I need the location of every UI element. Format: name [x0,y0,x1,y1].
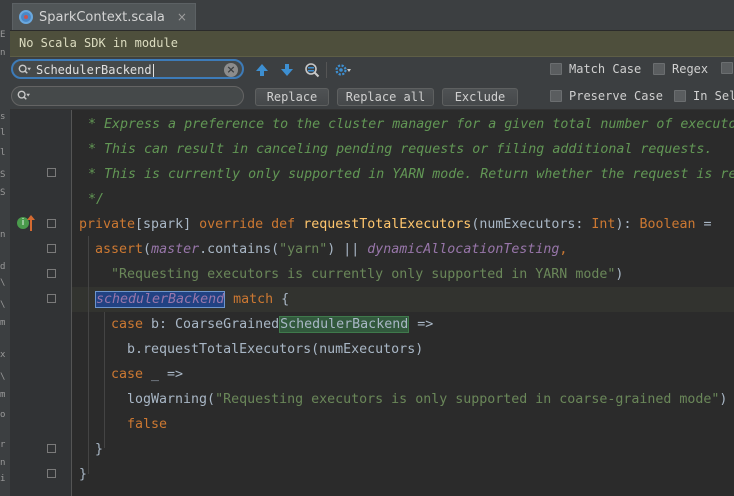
search-input[interactable]: SchedulerBackend × [11,59,244,79]
clipped-tree-glyph: n [0,230,6,240]
code-line: * This is currently only supported in YA… [80,167,734,182]
clipped-tree-glyph: S [0,188,6,198]
fold-marker[interactable] [47,269,56,278]
fold-marker[interactable] [47,244,56,253]
scala-file-icon [19,10,33,24]
clipped-tree-glyph: \ [0,300,6,310]
filter-settings-icon[interactable] [334,61,352,79]
clipped-tree-glyph: x [0,350,6,360]
clipped-tree-glyph: l [0,148,6,158]
code-line: * This can result in canceling pending r… [80,142,713,157]
code-line: case b: CoarseGrainedSchedulerBackend => [111,316,434,333]
editor-gutter [10,110,72,496]
code-line: } [79,467,88,482]
clipped-tree-glyph: r [0,440,6,450]
in-selection-checkbox[interactable]: In Sel [674,89,734,103]
find-all-occurrences-icon[interactable] [303,61,321,79]
replace-history-icon[interactable] [17,90,30,103]
words-checkbox[interactable] [721,62,734,74]
clipped-tree-glyph: S [0,170,6,180]
code-line: b.requestTotalExecutors(numExecutors) [127,342,424,357]
search-match-selected: schedulerBackend [95,291,226,308]
clipped-tree-glyph: d [0,262,6,272]
code-line: logWarning("Requesting executors is only… [127,392,728,407]
tab-sparkcontext[interactable]: SparkContext.scala × [12,3,196,30]
clipped-tree-glyph: s [0,112,6,122]
fold-marker[interactable] [47,469,56,478]
exclude-button[interactable]: Exclude [442,88,518,106]
fold-marker[interactable] [47,219,56,228]
next-occurrence-icon[interactable] [278,61,296,79]
clear-search-icon[interactable]: × [224,63,238,77]
tab-title: SparkContext.scala [39,9,165,25]
close-tab-icon[interactable]: × [177,10,187,24]
replace-input[interactable] [11,86,244,106]
search-value: SchedulerBackend [36,63,154,77]
clipped-tree-glyph: n [0,458,6,468]
editor-tab-bar: SparkContext.scala × [10,0,734,31]
code-line: false [127,417,168,432]
clipped-tree-glyph: i [0,474,6,484]
code-line: "Requesting executors is currently only … [111,267,624,282]
code-line: private[spark] override def requestTotal… [79,217,712,232]
sdk-warning-banner: No Scala SDK in module [10,31,734,57]
fold-marker[interactable] [47,294,56,303]
code-line: schedulerBackend match { [95,291,290,308]
indent-guide [104,312,105,448]
code-line: case _ => [111,367,184,382]
search-history-icon[interactable] [18,64,31,77]
code-line: */ [80,192,105,207]
clipped-tree-glyph: m [0,318,6,328]
code-line: } [95,442,104,457]
banner-text: No Scala SDK in module [19,36,178,50]
search-match: SchedulerBackend [279,316,410,333]
clipped-tree-glyph: \ [0,372,6,382]
fold-marker[interactable] [47,444,56,453]
code-line: assert(master.contains("yarn") || dynami… [95,242,568,257]
overrides-method-icon[interactable] [26,214,36,236]
clipped-tree-glyph: n [0,48,6,58]
clipped-tree-glyph: l [0,128,6,138]
indent-guide [88,236,89,474]
fold-marker[interactable] [47,168,56,177]
regex-checkbox[interactable]: Regex [653,62,708,76]
clipped-tree-glyph: m [0,390,6,400]
replace-button[interactable]: Replace [255,88,329,106]
clipped-tree-glyph: E [0,30,6,40]
previous-occurrence-icon[interactable] [253,61,271,79]
toolbar-separator [326,62,327,78]
match-case-checkbox[interactable]: Match Case [550,62,641,76]
replace-all-button[interactable]: Replace all [337,88,434,106]
code-line: * Express a preference to the cluster ma… [80,117,734,132]
clipped-tree-glyph: \ [0,278,6,288]
preserve-case-checkbox[interactable]: Preserve Case [550,89,663,103]
clipped-tree-glyph: o [0,410,6,420]
